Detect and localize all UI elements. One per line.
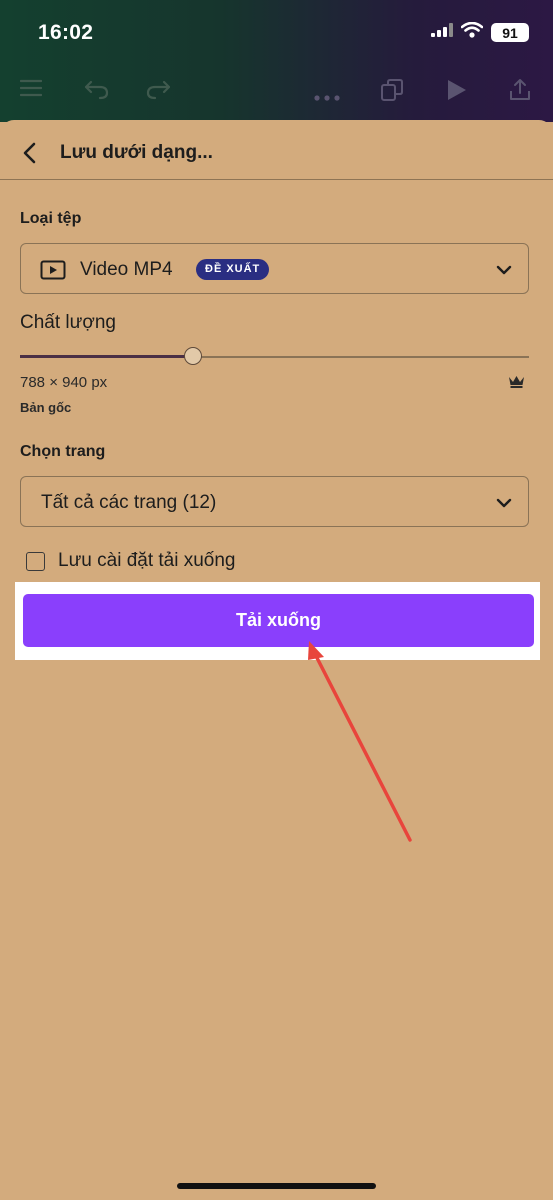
menu-icon[interactable] [19,78,43,103]
status-icons: 91 [431,21,529,43]
home-indicator [177,1183,376,1189]
signal-icon [431,23,453,42]
play-icon[interactable] [446,78,468,107]
wifi-icon [460,21,484,43]
share-icon[interactable] [508,78,532,107]
pages-icon[interactable] [380,78,404,107]
annotation-arrow [308,641,412,842]
status-time: 16:02 [38,21,94,44]
app-toolbar-area: 16:02 91 [0,0,553,122]
more-icon[interactable] [314,88,340,106]
undo-icon[interactable] [84,78,110,105]
redo-icon[interactable] [145,78,171,105]
save-as-sheet: Lưu dưới dạng... Loại tệp Video MP4 ĐỀ X… [0,120,553,1200]
battery-indicator: 91 [491,23,529,42]
